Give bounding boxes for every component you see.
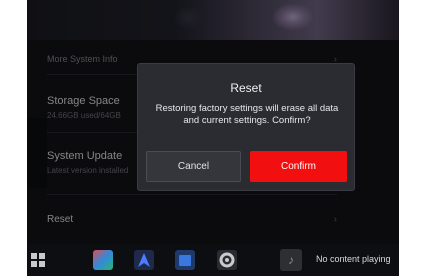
dock: ♪ No content playing [27, 244, 399, 276]
grid-icon[interactable] [31, 253, 45, 267]
app-icon[interactable] [93, 250, 113, 270]
dialog-message: Restoring factory settings will erase al… [155, 103, 339, 126]
confirm-button[interactable]: Confirm [250, 151, 347, 182]
calendar-icon[interactable] [175, 250, 195, 270]
navigation-icon[interactable] [134, 250, 154, 270]
reset-dialog: Reset Restoring factory settings will er… [137, 63, 355, 191]
music-note-icon[interactable]: ♪ [280, 249, 302, 271]
media-status: No content playing [316, 254, 391, 264]
settings-gear-icon[interactable] [217, 250, 237, 270]
dialog-title: Reset [230, 81, 262, 95]
cancel-button[interactable]: Cancel [146, 151, 241, 182]
screen: More System Info › Storage Space 24.66GB… [27, 0, 399, 276]
